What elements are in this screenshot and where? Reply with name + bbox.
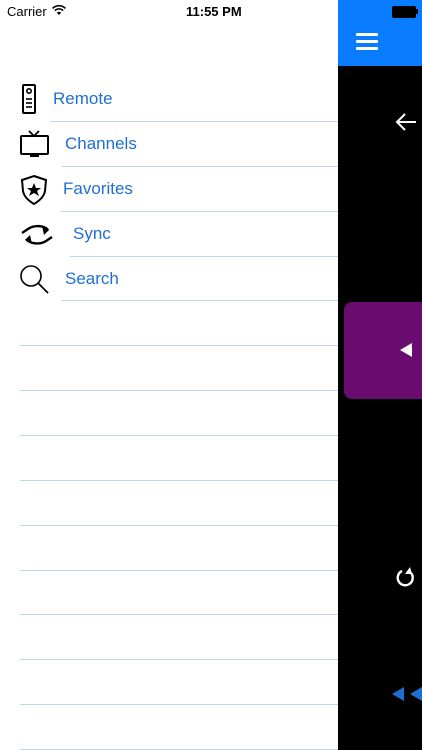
hamburger-menu-icon[interactable] — [356, 33, 378, 51]
menu-label-favorites: Favorites — [63, 179, 133, 198]
battery-tip — [416, 9, 418, 14]
tv-icon — [18, 128, 52, 162]
menu-label-remote: Remote — [53, 89, 113, 108]
empty-row-separator — [20, 659, 338, 660]
side-menu: Remote Channels Favorites Sync Search — [0, 0, 338, 750]
menu-item-sync[interactable]: Sync — [0, 212, 338, 257]
battery-icon — [392, 6, 416, 18]
empty-row-separator — [20, 480, 338, 481]
rewind-icon[interactable] — [390, 684, 422, 704]
empty-row-separator — [20, 525, 338, 526]
menu-label-search: Search — [65, 269, 119, 288]
menu-item-search[interactable]: Search — [0, 257, 338, 302]
empty-row-separator — [20, 570, 338, 571]
remote-panel — [338, 0, 422, 750]
empty-row-separator — [20, 614, 338, 615]
menu-separator — [62, 300, 338, 301]
star-shield-icon — [18, 173, 52, 207]
back-arrow-icon[interactable] — [394, 110, 418, 134]
replay-icon[interactable] — [394, 566, 418, 590]
empty-row-separator — [20, 345, 338, 346]
left-triangle-icon — [400, 343, 412, 357]
menu-item-favorites[interactable]: Favorites — [0, 167, 338, 212]
remote-icon — [18, 83, 52, 117]
menu-item-remote[interactable]: Remote — [0, 77, 338, 122]
sync-icon — [18, 218, 53, 252]
menu-label-channels: Channels — [65, 134, 137, 153]
menu-label-sync: Sync — [73, 224, 111, 243]
nav-bar — [338, 0, 422, 66]
search-icon — [18, 263, 52, 297]
empty-row-separator — [20, 704, 338, 705]
empty-row-separator — [20, 435, 338, 436]
empty-row-separator — [20, 390, 338, 391]
menu-item-channels[interactable]: Channels — [0, 122, 338, 167]
